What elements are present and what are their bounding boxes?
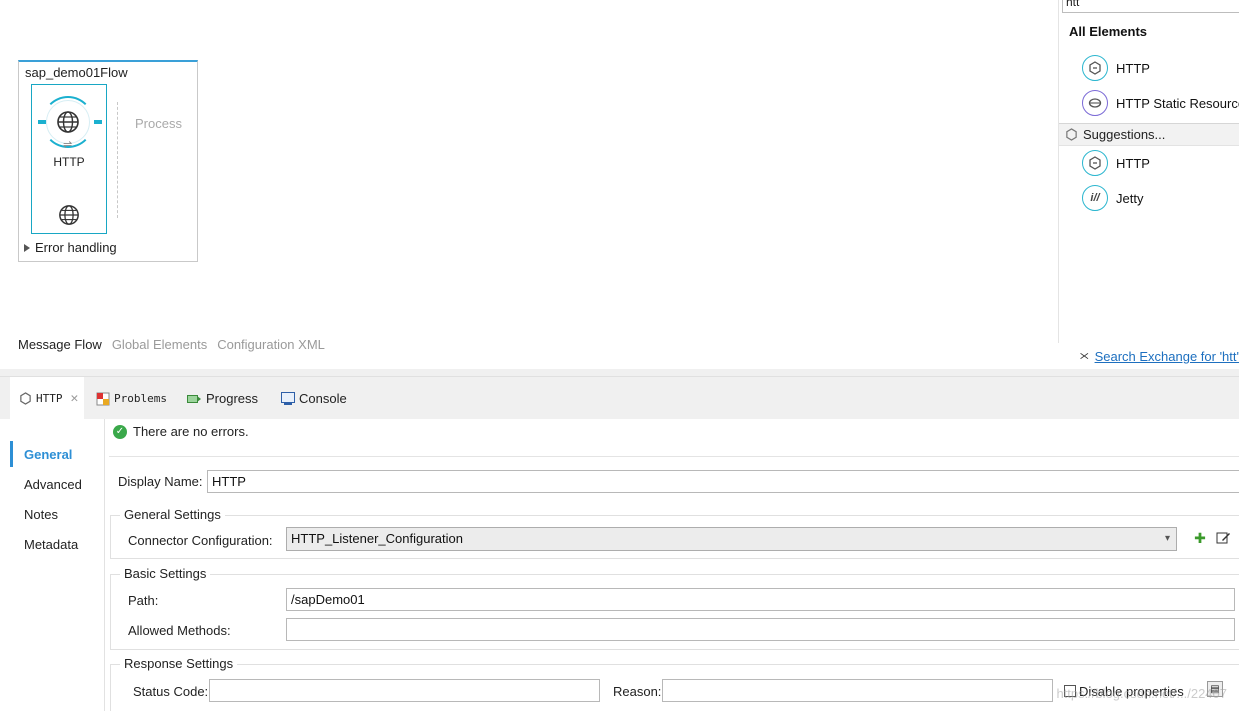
search-exchange-link[interactable]: Search Exchange for 'htt' xyxy=(1095,349,1239,364)
general-settings-group: General Settings Connector Configuration… xyxy=(110,507,1239,559)
suggestions-icon xyxy=(1066,128,1077,141)
http-connector-icon xyxy=(20,392,31,405)
suggestions-heading: Suggestions... xyxy=(1083,127,1166,142)
nav-metadata[interactable]: Metadata xyxy=(24,537,78,552)
properties-content: ✓ There are no errors. Display Name: HTT… xyxy=(104,419,1239,711)
path-label: Path: xyxy=(128,593,159,608)
all-elements-heading: All Elements xyxy=(1069,24,1148,39)
expand-triangle-icon xyxy=(24,243,30,252)
tab-label: HTTP xyxy=(36,392,63,405)
error-handling-toggle[interactable]: Error handling xyxy=(24,240,117,255)
console-icon xyxy=(281,392,295,405)
globe-small-icon xyxy=(59,205,79,225)
tab-message-flow[interactable]: Message Flow xyxy=(18,337,102,352)
basic-settings-group: Basic Settings Path: /sapDemo01 Allowed … xyxy=(110,566,1239,650)
flow-container[interactable]: sap_demo01Flow ⇌ HTTP Process Error hand… xyxy=(18,60,198,262)
nav-notes[interactable]: Notes xyxy=(24,507,58,522)
chevron-down-icon: ▾ xyxy=(1164,533,1170,544)
properties-side-nav: General Advanced Notes Metadata xyxy=(10,419,104,711)
properties-panel: General Advanced Notes Metadata ✓ There … xyxy=(0,419,1239,711)
response-settings-title: Response Settings xyxy=(120,656,238,671)
basic-settings-title: Basic Settings xyxy=(120,566,211,581)
edit-config-icon[interactable] xyxy=(1215,530,1231,546)
status-code-field[interactable] xyxy=(209,679,600,702)
problems-icon xyxy=(96,392,110,405)
suggestion-item-jetty[interactable]: i// Jetty xyxy=(1082,185,1143,211)
general-settings-title: General Settings xyxy=(120,507,225,522)
http-listener-source[interactable]: ⇌ HTTP xyxy=(31,84,107,234)
palette-panel: htt All Elements HTTP HTTP Static Resour… xyxy=(1058,0,1239,369)
suggestion-item-label: HTTP xyxy=(1116,155,1150,171)
panel-separator xyxy=(0,369,1239,376)
tab-progress[interactable]: Progress xyxy=(187,377,258,420)
reason-label: Reason: xyxy=(613,684,662,699)
tab-label: Problems xyxy=(114,392,167,405)
status-code-label: Status Code: xyxy=(133,684,209,699)
tab-label: Console xyxy=(299,391,347,406)
flow-canvas[interactable]: sap_demo01Flow ⇌ HTTP Process Error hand… xyxy=(0,0,1054,369)
validation-status: ✓ There are no errors. xyxy=(113,424,249,439)
source-label: HTTP xyxy=(53,155,85,169)
palette-footer: Search Exchange for 'htt' xyxy=(1058,343,1239,369)
allowed-methods-label: Allowed Methods: xyxy=(128,623,231,638)
suggestion-item-label: Jetty xyxy=(1116,190,1144,206)
reason-field[interactable] xyxy=(662,679,1053,702)
suggestions-header[interactable]: Suggestions... xyxy=(1059,123,1239,146)
status-message: There are no errors. xyxy=(133,424,249,439)
nav-advanced[interactable]: Advanced xyxy=(24,477,82,492)
http-static-resource-icon xyxy=(1082,90,1108,116)
http-connector-icon xyxy=(1082,150,1108,176)
palette-item-http[interactable]: HTTP xyxy=(1082,55,1150,81)
palette-item-label: HTTP xyxy=(1116,60,1150,76)
view-tab-bar: HTTP ✕ Problems Progress Console xyxy=(0,376,1239,420)
display-name-field[interactable]: HTTP xyxy=(207,470,1239,493)
add-config-icon[interactable]: ✚ xyxy=(1192,530,1208,546)
http-connector-icon xyxy=(1082,55,1108,81)
nav-general[interactable]: General xyxy=(24,447,72,462)
process-divider xyxy=(117,102,118,218)
watermark-text: https://blog.csdn.net/.../22407 xyxy=(1056,686,1227,701)
check-icon: ✓ xyxy=(113,424,127,439)
active-nav-marker xyxy=(10,441,13,467)
divider xyxy=(109,456,1239,457)
connector-configuration-value: HTTP_Listener_Configuration xyxy=(291,531,463,546)
connector-configuration-label: Connector Configuration: xyxy=(128,533,273,548)
flow-title: sap_demo01Flow xyxy=(25,65,128,80)
allowed-methods-field[interactable] xyxy=(286,618,1235,641)
connector-configuration-select[interactable]: HTTP_Listener_Configuration ▾ xyxy=(286,527,1177,551)
process-label: Process xyxy=(135,116,182,131)
tab-configuration-xml[interactable]: Configuration XML xyxy=(217,337,325,352)
display-name-label: Display Name: xyxy=(118,474,203,489)
palette-item-http-static-resource[interactable]: HTTP Static Resource xyxy=(1082,90,1239,116)
tab-http[interactable]: HTTP ✕ xyxy=(10,377,84,420)
tab-console[interactable]: Console xyxy=(281,377,347,420)
suggestion-item-http[interactable]: HTTP xyxy=(1082,150,1150,176)
palette-item-label: HTTP Static Resource xyxy=(1116,95,1239,111)
jetty-icon: i// xyxy=(1082,185,1108,211)
error-handling-label: Error handling xyxy=(35,240,117,255)
tab-global-elements[interactable]: Global Elements xyxy=(112,337,207,352)
ring-handle-left xyxy=(38,120,46,124)
ring-handle-right xyxy=(94,120,102,124)
progress-icon xyxy=(187,394,201,403)
tab-label: Progress xyxy=(206,391,259,406)
exchange-icon xyxy=(1080,352,1089,360)
palette-search-input[interactable]: htt xyxy=(1062,0,1239,13)
path-field[interactable]: /sapDemo01 xyxy=(286,588,1235,611)
exchange-arrows-icon: ⇌ xyxy=(63,139,73,151)
globe-icon xyxy=(57,111,79,133)
close-icon[interactable]: ✕ xyxy=(71,391,79,406)
tab-problems[interactable]: Problems xyxy=(96,377,167,420)
editor-tabs: Message Flow Global Elements Configurati… xyxy=(18,337,325,352)
